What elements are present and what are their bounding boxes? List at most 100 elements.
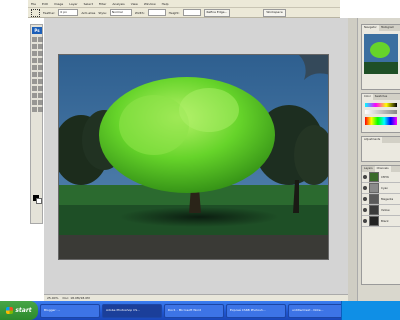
channel-name: Black [381, 219, 389, 223]
color-slider[interactable] [365, 110, 397, 114]
color-slider[interactable] [365, 103, 397, 107]
navigator-tabs: Navigator Histogram [362, 25, 400, 31]
channel-name: Cyan [381, 186, 389, 190]
clone-tool-icon[interactable] [32, 65, 37, 70]
channel-row[interactable]: CMYK [362, 172, 400, 183]
eye-icon[interactable] [363, 197, 367, 201]
menu-item-select[interactable]: Select [81, 2, 96, 6]
antialias-label: Anti-alias [81, 10, 96, 15]
width-label: Width: [134, 10, 145, 15]
eye-icon[interactable] [363, 175, 367, 179]
menu-bar: File Edit Image Layer Select Filter Analysis Vi… [28, 0, 340, 8]
dodge-tool-icon[interactable] [38, 79, 43, 84]
toolbox: Ps [30, 24, 43, 224]
panel-icon-strip [348, 18, 358, 301]
blur-tool-icon[interactable] [32, 79, 37, 84]
channel-row[interactable]: Yellow [362, 205, 400, 216]
history-tool-icon[interactable] [38, 65, 43, 70]
doc-size: Doc: 18.0M/18.0M [62, 296, 90, 300]
style-select[interactable]: Normal [109, 9, 132, 16]
height-label: Height: [168, 10, 180, 15]
navigator-thumbnail[interactable] [364, 34, 398, 74]
menu-item-filter[interactable]: Filter [96, 2, 109, 6]
channel-name: CMYK [381, 175, 389, 179]
menu-item-analysis[interactable]: Analysis [109, 2, 127, 6]
channel-name: Yellow [381, 208, 390, 212]
taskbar-button[interactable]: Adobe Photoshop CS... [102, 303, 162, 318]
menu-item-image[interactable]: Image [51, 2, 66, 6]
adjustments-panel: Adjustments [361, 136, 400, 162]
photoshop-logo: Ps [32, 27, 42, 34]
taskbar: start Blogger: ... Adobe Photoshop CS... D… [0, 301, 400, 320]
marquee-tool-icon[interactable] [38, 37, 43, 42]
move-tool-icon[interactable] [32, 37, 37, 42]
tool-grid [32, 37, 43, 112]
channel-name: Magenta [381, 197, 394, 201]
document-canvas[interactable] [58, 54, 329, 260]
style-label: Style: [98, 10, 107, 15]
brush-tool-icon[interactable] [38, 58, 43, 63]
status-bar: 25.00% Doc: 18.0M/18.0M [44, 294, 348, 301]
3d-rotate-tool-icon[interactable] [32, 100, 37, 105]
channel-row[interactable]: Black [362, 216, 400, 227]
options-bar: Feather: 0 px Anti-alias Style: Normal W… [28, 8, 340, 18]
refine-edge-button[interactable]: Refine Edge... [203, 8, 231, 17]
tab-swatches[interactable]: Swatches [373, 94, 389, 100]
width-input[interactable] [147, 9, 166, 16]
gradient-tool-icon[interactable] [38, 72, 43, 77]
menu-item-window[interactable]: Window [141, 2, 159, 6]
marquee-tool-icon[interactable] [31, 8, 40, 17]
quick-select-tool-icon[interactable] [38, 44, 43, 49]
zoom-level[interactable]: 25.00% [47, 296, 58, 300]
path-select-tool-icon[interactable] [32, 93, 37, 98]
background-color-swatch[interactable] [36, 198, 42, 204]
pen-tool-icon[interactable] [32, 86, 37, 91]
color-panel: Color Swatches [361, 93, 400, 133]
menu-item-edit[interactable]: Edit [39, 2, 51, 6]
3d-orbit-tool-icon[interactable] [38, 100, 43, 105]
tab-color[interactable]: Color [362, 94, 373, 100]
taskbar-button[interactable]: untitled.text - Note... [288, 303, 348, 318]
feather-label: Feather: [43, 10, 56, 15]
hand-tool-icon[interactable] [32, 107, 37, 112]
eye-icon[interactable] [363, 186, 367, 190]
menu-item-layer[interactable]: Layer [66, 2, 80, 6]
eye-icon[interactable] [363, 208, 367, 212]
navigator-panel: Navigator Histogram [361, 24, 400, 90]
taskbar-button[interactable]: Doc1 - Microsoft Word [164, 303, 224, 318]
start-button[interactable]: start [0, 301, 38, 320]
tab-adjustments[interactable]: Adjustments [362, 137, 383, 143]
type-tool-icon[interactable] [38, 86, 43, 91]
healing-tool-icon[interactable] [32, 58, 37, 63]
eraser-tool-icon[interactable] [32, 72, 37, 77]
channel-row[interactable]: Magenta [362, 194, 400, 205]
tab-navigator[interactable]: Navigator [362, 25, 379, 31]
taskbar-items: Blogger: ... Adobe Photoshop CS... Doc1 - … [38, 303, 348, 318]
menu-item-help[interactable]: Help [159, 2, 172, 6]
color-ramp[interactable] [365, 117, 397, 125]
eyedropper-tool-icon[interactable] [38, 51, 43, 56]
eye-icon[interactable] [363, 219, 367, 223]
feather-input[interactable]: 0 px [58, 9, 79, 16]
menu-item-view[interactable]: View [128, 2, 141, 6]
channel-row[interactable]: Cyan [362, 183, 400, 194]
lasso-tool-icon[interactable] [32, 44, 37, 49]
workspace-button[interactable]: Workspace [263, 8, 286, 17]
menu-item-file[interactable]: File [28, 2, 39, 6]
tree-photo [59, 55, 328, 259]
zoom-tool-icon[interactable] [38, 107, 43, 112]
channel-thumbnail [369, 205, 379, 215]
channel-list: CMYK Cyan Magenta Yellow Black [362, 172, 400, 227]
height-input[interactable] [182, 9, 201, 16]
channels-panel: Layers Channels CMYK Cyan Magenta Yellow Bla… [361, 165, 400, 285]
channel-thumbnail [369, 216, 379, 226]
taskbar-button[interactable]: Blogger: ... [40, 303, 100, 318]
channel-thumbnail [369, 172, 379, 182]
start-label: start [15, 307, 32, 314]
shape-tool-icon[interactable] [38, 93, 43, 98]
tab-histogram[interactable]: Histogram [379, 25, 396, 31]
channel-thumbnail [369, 183, 379, 193]
windows-logo-icon [6, 307, 14, 314]
crop-tool-icon[interactable] [32, 51, 37, 56]
taskbar-button[interactable]: Exposé CS6B Photosh... [226, 303, 286, 318]
